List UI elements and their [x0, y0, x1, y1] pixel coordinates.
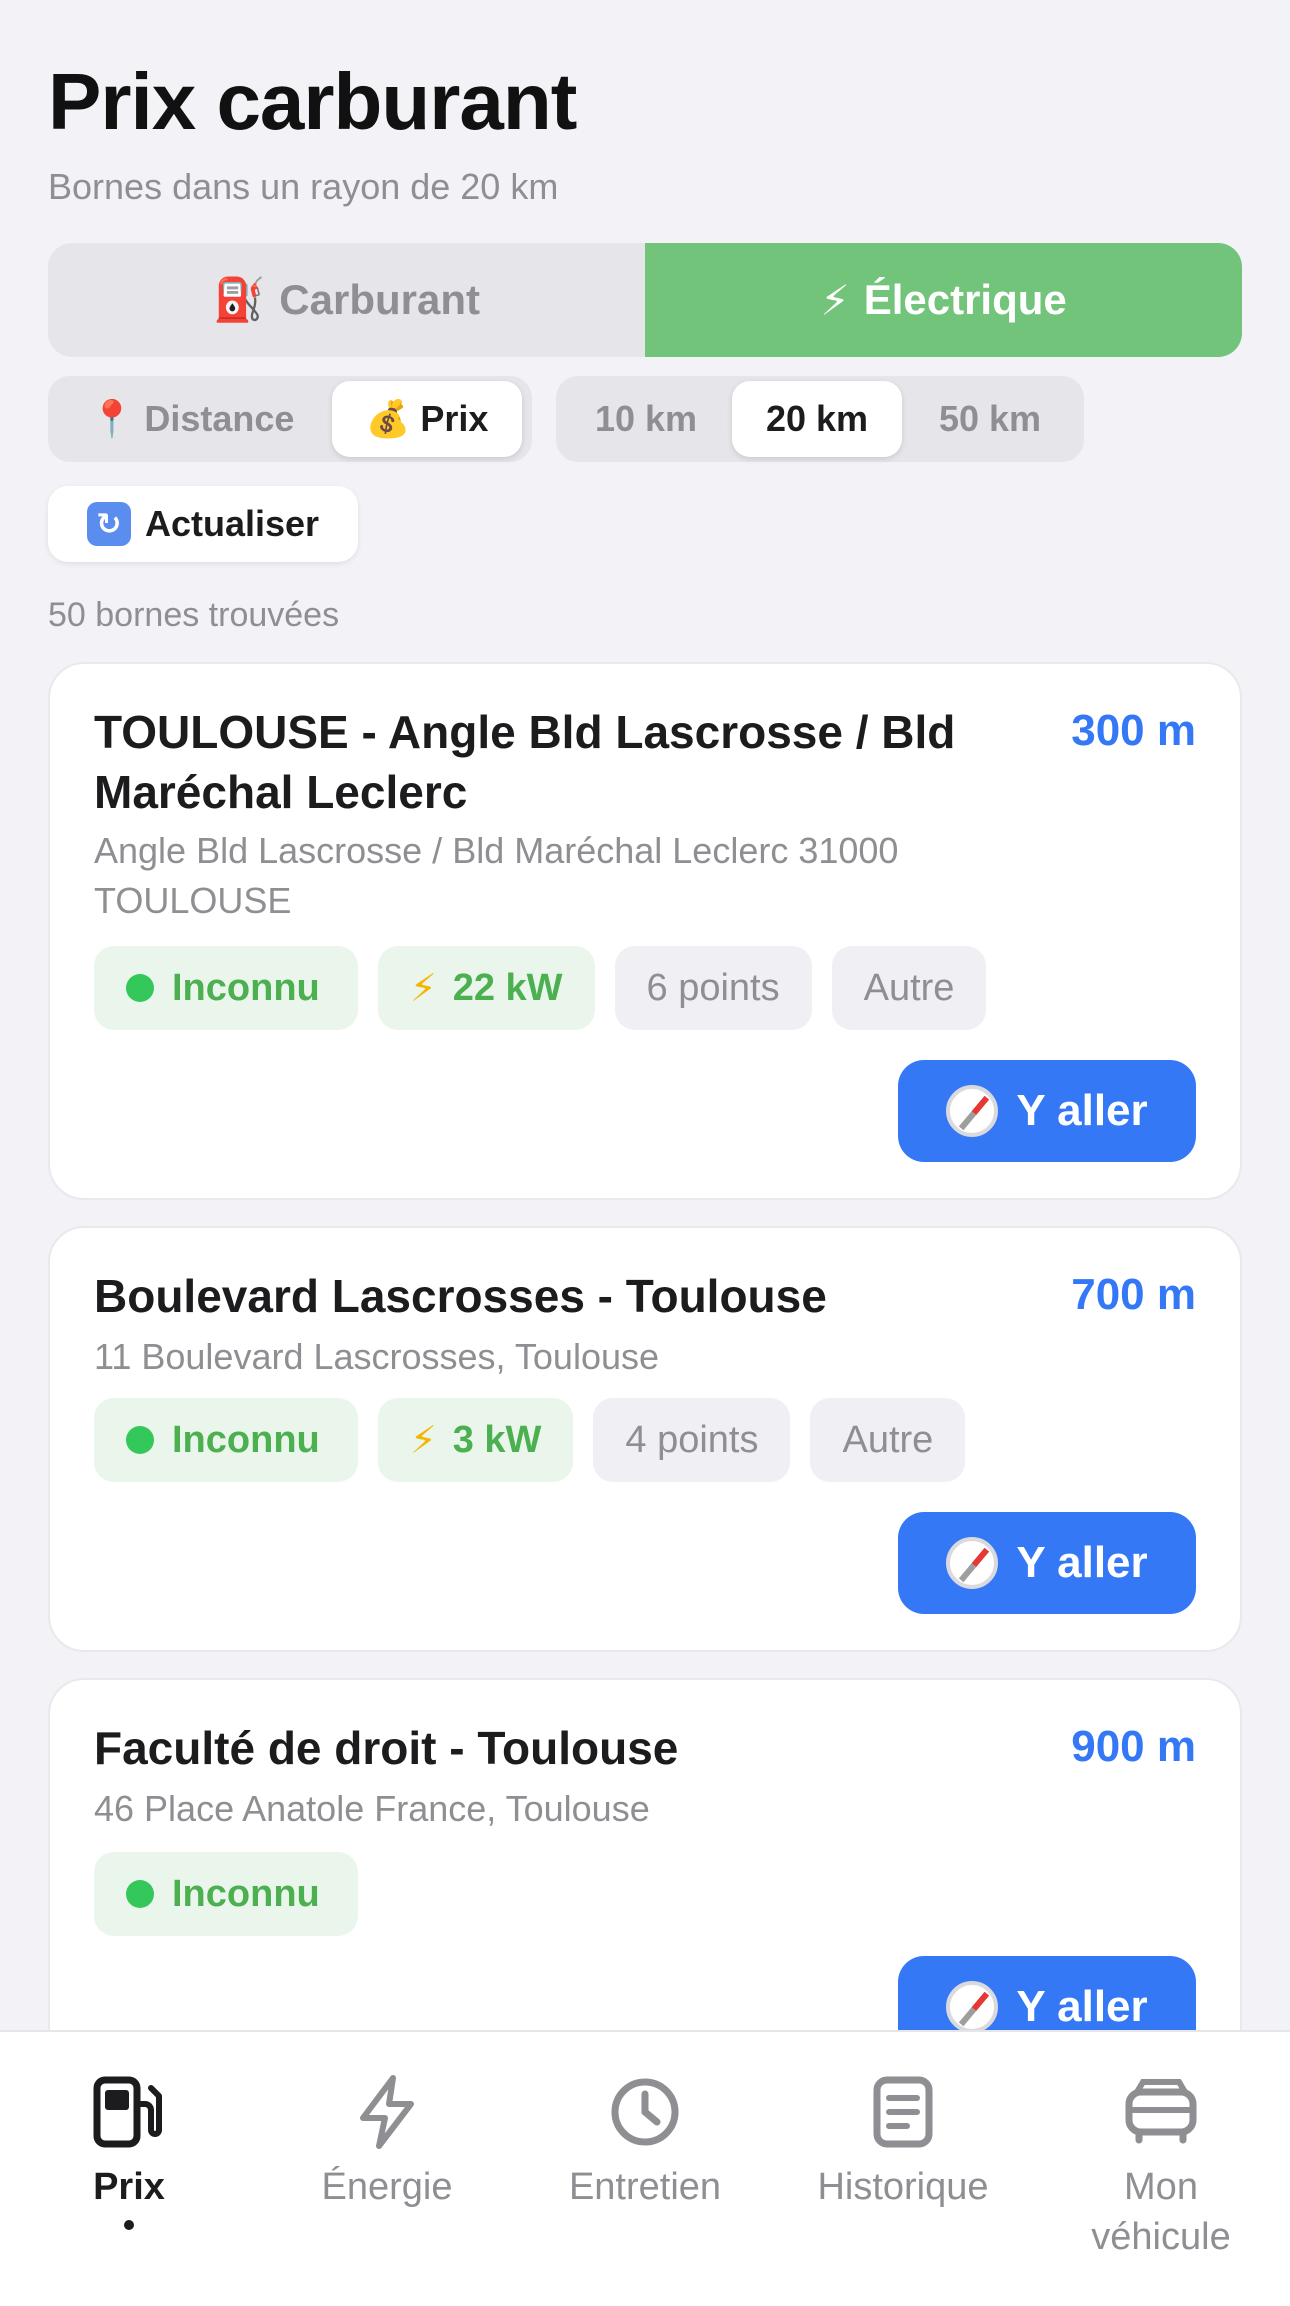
compass-icon	[946, 1981, 999, 2033]
go-button[interactable]: Y aller	[898, 1060, 1196, 1162]
bolt-icon: ⚡	[410, 1419, 437, 1462]
tab-mon-vehicule[interactable]: Mon véhicule	[1032, 2072, 1290, 2262]
station-chips: Inconnu	[94, 1852, 358, 1936]
segment-electrique[interactable]: ⚡ Électrique	[645, 243, 1242, 357]
green-dot-icon	[126, 974, 154, 1002]
tab-historique-label: Historique	[817, 2166, 989, 2208]
status-badge: Inconnu	[94, 946, 358, 1030]
station-card[interactable]: TOULOUSE - Angle Bld Lascrosse / Bld Mar…	[48, 662, 1242, 1200]
green-dot-icon	[126, 1880, 154, 1908]
fuel-station-icon	[93, 2076, 162, 2148]
page-title: Prix carburant	[48, 57, 577, 146]
station-name: Faculté de droit - Toulouse	[94, 1722, 679, 1774]
points-badge: 6 points	[614, 946, 812, 1030]
station-address: 46 Place Anatole France, Toulouse	[94, 1788, 650, 1829]
active-tab-indicator	[124, 2220, 134, 2230]
refresh-icon: ↻	[86, 502, 131, 546]
pin-icon: 📍	[89, 398, 135, 439]
tab-historique[interactable]: Historique	[774, 2072, 1032, 2212]
tab-mon-vehicule-label: Mon véhicule	[1091, 2166, 1231, 2258]
bolt-icon: ⚡	[410, 967, 437, 1010]
station-distance: 700 m	[1071, 1270, 1196, 1319]
segment-carburant[interactable]: ⛽ Carburant	[48, 243, 645, 357]
station-distance: 900 m	[1071, 1722, 1196, 1771]
refresh-label: Actualiser	[144, 503, 320, 544]
sort-prix-button[interactable]: 💰 Prix	[332, 381, 522, 457]
tab-bar: Prix Énergie Entretien Historique Mon vé…	[0, 2030, 1290, 2306]
status-badge: Inconnu	[94, 1398, 358, 1482]
segment-electrique-label: Électrique	[863, 276, 1067, 323]
station-card[interactable]: Boulevard Lascrosses - Toulouse 700 m 11…	[48, 1226, 1242, 1652]
tab-entretien-label: Entretien	[568, 2166, 722, 2208]
sort-distance-label: Distance	[144, 398, 295, 439]
type-badge: Autre	[810, 1398, 966, 1482]
money-bag-icon: 💰	[365, 398, 411, 439]
refresh-button[interactable]: ↻ Actualiser	[48, 486, 358, 562]
bolt-icon: ⚡	[820, 276, 850, 324]
results-count: 50 bornes trouvées	[48, 596, 340, 634]
status-label: Inconnu	[172, 1418, 320, 1461]
status-label: Inconnu	[172, 966, 320, 1009]
document-icon	[873, 2076, 933, 2148]
tab-prix[interactable]: Prix	[0, 2072, 258, 2230]
go-button-label: Y aller	[1016, 1982, 1148, 2031]
bolt-icon	[360, 2075, 414, 2149]
compass-icon	[946, 1085, 999, 1137]
radius-50km-button[interactable]: 50 km	[902, 381, 1078, 457]
clock-icon	[611, 2078, 679, 2146]
tab-prix-label: Prix	[93, 2166, 165, 2208]
status-badge: Inconnu	[94, 1852, 358, 1936]
power-label: 22 kW	[452, 966, 563, 1009]
app-screen: Prix carburant Bornes dans un rayon de 2…	[0, 0, 1290, 2306]
fuel-pump-icon: ⛽	[213, 275, 266, 323]
status-label: Inconnu	[172, 1872, 320, 1915]
station-address: Angle Bld Lascrosse / Bld Maréchal Lecle…	[94, 830, 899, 921]
tab-entretien[interactable]: Entretien	[516, 2072, 774, 2212]
radius-segmented-control: 10 km 20 km 50 km	[556, 376, 1084, 462]
tab-energie[interactable]: Énergie	[258, 2072, 516, 2212]
car-icon	[1125, 2079, 1197, 2144]
power-badge: ⚡ 3 kW	[378, 1398, 574, 1482]
station-address: 11 Boulevard Lascrosses, Toulouse	[94, 1336, 660, 1377]
segment-carburant-label: Carburant	[279, 276, 480, 323]
power-badge: ⚡ 22 kW	[378, 946, 595, 1030]
station-chips: Inconnu ⚡ 22 kW 6 points Autre	[94, 946, 987, 1030]
station-name: Boulevard Lascrosses - Toulouse	[94, 1270, 827, 1322]
go-button[interactable]: Y aller	[898, 1512, 1196, 1614]
page-subtitle: Bornes dans un rayon de 20 km	[48, 166, 559, 207]
sort-distance-button[interactable]: 📍 Distance	[52, 381, 332, 457]
green-dot-icon	[126, 1426, 154, 1454]
station-chips: Inconnu ⚡ 3 kW 4 points Autre	[94, 1398, 966, 1482]
radius-10km-button[interactable]: 10 km	[560, 381, 732, 457]
go-button-label: Y aller	[1016, 1538, 1148, 1587]
compass-icon	[946, 1537, 999, 1589]
go-button-label: Y aller	[1016, 1086, 1148, 1135]
sort-prix-label: Prix	[420, 398, 489, 439]
station-distance: 300 m	[1071, 706, 1196, 755]
points-badge: 4 points	[593, 1398, 791, 1482]
power-label: 3 kW	[452, 1418, 542, 1461]
radius-20km-button[interactable]: 20 km	[732, 381, 902, 457]
sort-segmented-control: 📍 Distance 💰 Prix	[48, 376, 532, 462]
tab-energie-label: Énergie	[321, 2166, 453, 2208]
type-badge: Autre	[831, 946, 987, 1030]
station-name: TOULOUSE - Angle Bld Lascrosse / Bld Mar…	[94, 706, 956, 818]
fuel-type-segmented-control: ⛽ Carburant ⚡ Électrique	[48, 243, 1242, 357]
